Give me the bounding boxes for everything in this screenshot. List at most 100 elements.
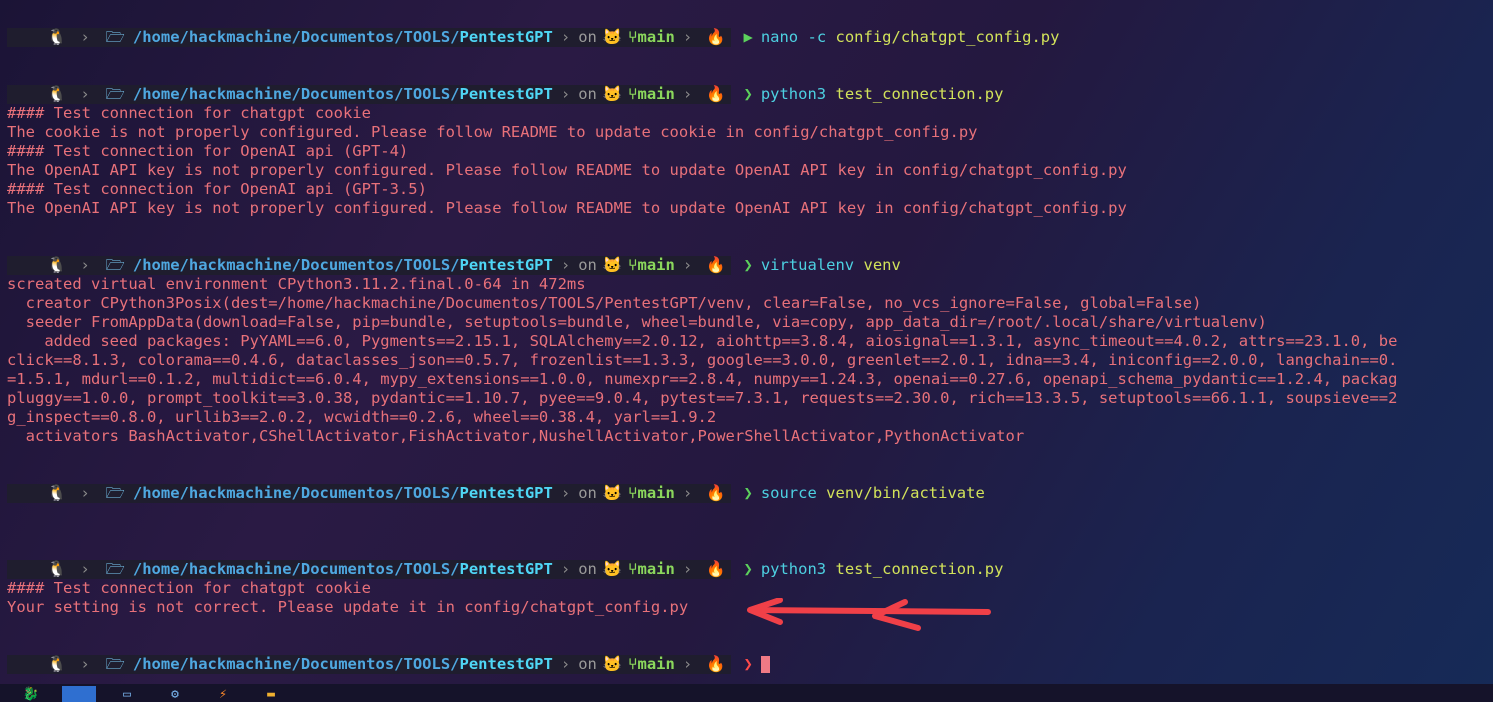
output-line: g_inspect==0.8.0, urllib3==2.0.2, wcwidt… xyxy=(7,408,717,426)
git-branch-icon: ⑂ xyxy=(628,256,638,274)
command-argument: venv/bin/activate xyxy=(826,484,985,502)
separator-icon: › xyxy=(682,28,693,46)
git-branch-icon: ⑂ xyxy=(628,28,638,46)
command-argument: test_connection.py xyxy=(835,85,1004,103)
workspace-button[interactable] xyxy=(62,686,96,702)
play-icon: ▶ xyxy=(743,28,753,46)
burp-icon[interactable]: ⚡ xyxy=(206,686,240,702)
folder-icon: 🗁 xyxy=(105,484,125,502)
command-argument: venv xyxy=(863,256,901,274)
command: python3 xyxy=(760,85,827,103)
tux-icon: 🐧 xyxy=(47,560,67,578)
annotation-arrow-icon xyxy=(747,598,991,631)
cwd-path: /home/hackmachine/Documentos/TOOLS/Pente… xyxy=(132,484,553,502)
separator-icon: › xyxy=(682,256,693,274)
github-cat-icon: 🐱 xyxy=(602,85,623,103)
separator-icon: › xyxy=(682,484,693,502)
folder-icon: 🗁 xyxy=(105,256,125,274)
separator-icon: › xyxy=(560,560,571,578)
output-line: #### Test connection for OpenAI api (GPT… xyxy=(7,142,409,160)
on-label: on xyxy=(578,85,597,103)
on-label: on xyxy=(578,256,597,274)
output-line: added seed packages: PyYAML==6.0, Pygmen… xyxy=(7,332,1398,350)
on-label: on xyxy=(578,655,597,673)
tux-icon: 🐧 xyxy=(47,28,67,46)
prompt-segment: 🐧 › 🗁 /home/hackmachine/Documentos/TOOLS… xyxy=(7,560,732,579)
output-line: screated virtual environment CPython3.11… xyxy=(7,275,586,293)
prompt-segment: 🐧 › 🗁 /home/hackmachine/Documentos/TOOLS… xyxy=(7,28,732,47)
prompt-line: 🐧 › 🗁 /home/hackmachine/Documentos/TOOLS… xyxy=(7,484,1493,503)
prompt-line: 🐧 › 🗁 /home/hackmachine/Documentos/TOOLS… xyxy=(7,85,1493,104)
terminal-icon[interactable]: ▭ xyxy=(110,686,144,702)
folder-icon: 🗁 xyxy=(105,560,125,578)
tux-icon: 🐧 xyxy=(47,85,67,103)
flame-icon: 🔥 xyxy=(706,28,726,46)
terminal-window[interactable]: 🐧 › 🗁 /home/hackmachine/Documentos/TOOLS… xyxy=(0,0,1493,684)
command-argument: test_connection.py xyxy=(835,560,1004,578)
prompt-line: 🐧 › 🗁 /home/hackmachine/Documentos/TOOLS… xyxy=(7,28,1493,47)
chevron-right-icon: ❯ xyxy=(743,484,753,502)
git-branch-icon: ⑂ xyxy=(628,484,638,502)
github-cat-icon: 🐱 xyxy=(602,256,623,274)
folder-icon: 🗁 xyxy=(105,28,125,46)
chevron-right-icon: ❯ xyxy=(743,655,753,673)
separator-icon: › xyxy=(560,484,571,502)
on-label: on xyxy=(578,484,597,502)
separator-icon: › xyxy=(682,655,693,673)
command-argument: config/chatgpt_config.py xyxy=(835,28,1060,46)
prompt-line: 🐧 › 🗁 /home/hackmachine/Documentos/TOOLS… xyxy=(7,655,1493,674)
folder-icon: 🗁 xyxy=(105,85,125,103)
command: virtualenv xyxy=(760,256,855,274)
separator-icon: › xyxy=(560,256,571,274)
command-flag: -c xyxy=(807,28,827,46)
chevron-right-icon: ❯ xyxy=(743,85,753,103)
github-cat-icon: 🐱 xyxy=(602,655,623,673)
separator-icon: › xyxy=(560,655,571,673)
on-label: on xyxy=(578,560,597,578)
separator-icon: › xyxy=(682,85,693,103)
prompt-segment: 🐧 › 🗁 /home/hackmachine/Documentos/TOOLS… xyxy=(7,484,732,503)
folder-icon[interactable]: ▬ xyxy=(254,686,288,702)
command: nano xyxy=(760,28,799,46)
taskbar: 🐉 ▭ ⚙ ⚡ ▬ xyxy=(0,684,1493,702)
github-cat-icon: 🐱 xyxy=(602,560,623,578)
separator-icon: › xyxy=(560,28,571,46)
flame-icon: 🔥 xyxy=(706,655,726,673)
output-line: The OpenAI API key is not properly confi… xyxy=(7,161,1127,179)
output-line: pluggy==1.0.0, prompt_toolkit==3.0.38, p… xyxy=(7,389,1398,407)
separator-icon: › xyxy=(560,85,571,103)
command: python3 xyxy=(760,560,827,578)
output-line: click==8.1.3, colorama==0.4.6, dataclass… xyxy=(7,351,1398,369)
output-line: The cookie is not properly configured. P… xyxy=(7,123,978,141)
git-branch-icon: ⑂ xyxy=(628,560,638,578)
git-branch-icon: ⑂ xyxy=(628,655,638,673)
github-cat-icon: 🐱 xyxy=(602,28,623,46)
branch-name: main xyxy=(637,256,675,274)
branch-name: main xyxy=(637,484,675,502)
flame-icon: 🔥 xyxy=(706,484,726,502)
prompt-segment: 🐧 › 🗁 /home/hackmachine/Documentos/TOOLS… xyxy=(7,655,732,674)
flame-icon: 🔥 xyxy=(706,560,726,578)
output-line: #### Test connection for OpenAI api (GPT… xyxy=(7,180,427,198)
cwd-path: /home/hackmachine/Documentos/TOOLS/Pente… xyxy=(132,655,553,673)
tux-icon: 🐧 xyxy=(47,655,67,673)
kali-menu-icon[interactable]: 🐉 xyxy=(14,686,48,702)
output-line: seeder FromAppData(download=False, pip=b… xyxy=(7,313,1267,331)
terminal-cursor[interactable] xyxy=(760,656,770,673)
cwd-path: /home/hackmachine/Documentos/TOOLS/Pente… xyxy=(132,85,553,103)
github-cat-icon: 🐱 xyxy=(602,484,623,502)
cwd-path: /home/hackmachine/Documentos/TOOLS/Pente… xyxy=(132,28,553,46)
folder-icon: 🗁 xyxy=(105,655,125,673)
cwd-path: /home/hackmachine/Documentos/TOOLS/Pente… xyxy=(132,560,553,578)
output-line: The OpenAI API key is not properly confi… xyxy=(7,199,1127,217)
prompt-line: 🐧 › 🗁 /home/hackmachine/Documentos/TOOLS… xyxy=(7,560,1493,579)
branch-name: main xyxy=(637,28,675,46)
separator-icon: › xyxy=(682,560,693,578)
output-line: #### Test connection for chatgpt cookie xyxy=(7,579,371,597)
prompt-line: 🐧 › 🗁 /home/hackmachine/Documentos/TOOLS… xyxy=(7,256,1493,275)
branch-name: main xyxy=(637,655,675,673)
settings-icon[interactable]: ⚙ xyxy=(158,686,192,702)
output-line: #### Test connection for chatgpt cookie xyxy=(7,104,371,122)
separator-icon: › xyxy=(80,560,90,578)
separator-icon: › xyxy=(80,484,90,502)
